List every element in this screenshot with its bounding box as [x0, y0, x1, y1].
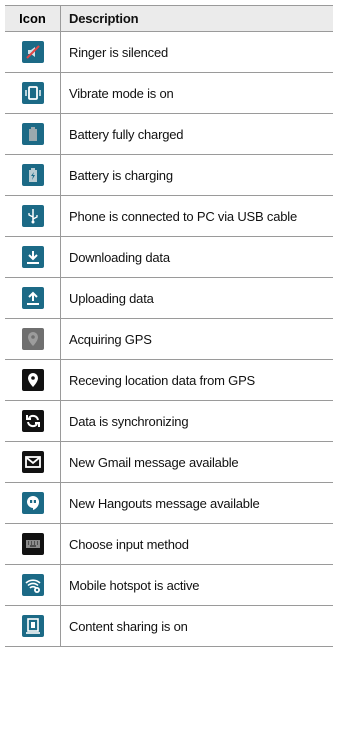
header-icon-cell: Icon	[5, 6, 61, 31]
row-description: Downloading data	[69, 249, 170, 265]
content-sharing-icon	[21, 615, 44, 637]
table-row: Choose input method	[5, 524, 333, 565]
table-row: Phone is connected to PC via USB cable	[5, 196, 333, 237]
battery-charging-icon	[21, 164, 44, 186]
upload-icon	[21, 287, 44, 309]
ringer-silenced-icon	[21, 41, 44, 63]
table-row: Data is synchronizing	[5, 401, 333, 442]
vibrate-icon	[21, 82, 44, 104]
usb-icon	[21, 205, 44, 227]
table-row: Battery fully charged	[5, 114, 333, 155]
table-row: Mobile hotspot is active	[5, 565, 333, 606]
hangouts-icon	[21, 492, 44, 514]
download-icon	[21, 246, 44, 268]
row-description: Mobile hotspot is active	[69, 577, 200, 593]
row-description: New Hangouts message available	[69, 495, 260, 511]
row-description: Choose input method	[69, 536, 189, 552]
table-header-row: Icon Description	[5, 6, 333, 32]
row-description: Phone is connected to PC via USB cable	[69, 208, 297, 224]
keyboard-icon	[21, 533, 44, 555]
row-description: New Gmail message available	[69, 454, 239, 470]
row-description: Uploading data	[69, 290, 154, 306]
table-row: Ringer is silenced	[5, 32, 333, 73]
row-description: Acquiring GPS	[69, 331, 152, 347]
hotspot-icon	[21, 574, 44, 596]
table-row: New Hangouts message available	[5, 483, 333, 524]
table-row: Receving location data from GPS	[5, 360, 333, 401]
table-row: Uploading data	[5, 278, 333, 319]
row-description: Vibrate mode is on	[69, 85, 174, 101]
row-description: Receving location data from GPS	[69, 372, 256, 388]
status-icons-table: Icon Description Ringer is silenced Vibr…	[5, 5, 333, 647]
table-row: Downloading data	[5, 237, 333, 278]
row-description: Ringer is silenced	[69, 44, 169, 60]
row-description: Content sharing is on	[69, 618, 188, 634]
table-row: Content sharing is on	[5, 606, 333, 647]
gmail-icon	[21, 451, 44, 473]
battery-full-icon	[21, 123, 44, 145]
row-description: Battery fully charged	[69, 126, 184, 142]
gps-acquiring-icon	[21, 328, 44, 350]
row-description: Battery is charging	[69, 167, 173, 183]
table-row: New Gmail message available	[5, 442, 333, 483]
row-description: Data is synchronizing	[69, 413, 189, 429]
gps-location-icon	[21, 369, 44, 391]
table-row: Acquiring GPS	[5, 319, 333, 360]
table-row: Battery is charging	[5, 155, 333, 196]
table-row: Vibrate mode is on	[5, 73, 333, 114]
header-description-cell: Description	[69, 11, 139, 26]
sync-icon	[21, 410, 44, 432]
